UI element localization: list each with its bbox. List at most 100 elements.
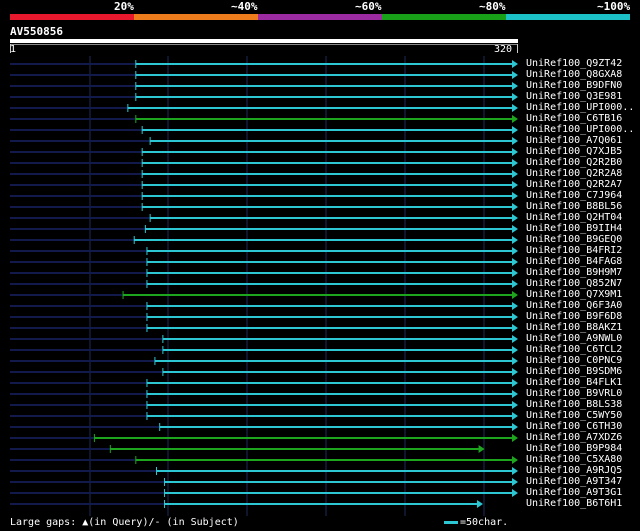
hit-arrow-icon [512, 159, 518, 167]
hit-label[interactable]: UniRef100_Q2R2A8 [526, 168, 622, 179]
hit-label[interactable]: UniRef100_B9VRL0 [526, 388, 622, 399]
hit-label[interactable]: UniRef100_B4FLK1 [526, 377, 622, 388]
hit-label[interactable]: UniRef100_B4FAG8 [526, 256, 622, 267]
hit-arrow-icon [512, 280, 518, 288]
hit-label[interactable]: UniRef100_A9T3G1 [526, 487, 622, 498]
ruler-end-label: 320 [494, 44, 513, 55]
hit-row[interactable] [10, 115, 518, 123]
scale-segment [506, 14, 630, 20]
hit-label[interactable]: UniRef100_B6T6H1 [526, 498, 622, 509]
legend-scale: =50char. [444, 517, 508, 528]
hit-label[interactable]: UniRef100_A9NWL0 [526, 333, 622, 344]
hit-label[interactable]: UniRef100_A9RJQ5 [526, 465, 622, 476]
hit-label[interactable]: UniRef100_Q2R2A7 [526, 179, 622, 190]
hit-label[interactable]: UniRef100_Q852N7 [526, 278, 622, 289]
hit-row[interactable] [10, 434, 518, 442]
hit-label[interactable]: UniRef100_C6TH30 [526, 421, 622, 432]
hit-arrow-icon [512, 247, 518, 255]
hit-row[interactable] [10, 291, 518, 299]
hit-row[interactable] [10, 137, 518, 145]
hit-label[interactable]: UniRef100_B9SDM6 [526, 366, 622, 377]
hit-row[interactable] [10, 456, 518, 464]
hit-label[interactable]: UniRef100_Q6F3A0 [526, 300, 622, 311]
hit-arrow-icon [512, 203, 518, 211]
hit-label[interactable]: UniRef100_Q3E981 [526, 91, 622, 102]
hit-label[interactable]: UniRef100_Q7X9M1 [526, 289, 622, 300]
hit-label[interactable]: UniRef100_B9GEQ0 [526, 234, 622, 245]
scale-label: 20% [114, 0, 134, 13]
hit-label[interactable]: UniRef100_B8LS38 [526, 399, 622, 410]
hit-row[interactable] [10, 357, 518, 365]
hit-label[interactable]: UniRef100_B8AKZ1 [526, 322, 622, 333]
hit-row[interactable] [10, 159, 518, 167]
hit-label[interactable]: UniRef100_C6TCL2 [526, 344, 622, 355]
hit-row[interactable] [10, 500, 483, 508]
scale-label: ~80% [479, 0, 506, 13]
hit-row[interactable] [10, 368, 518, 376]
hit-label[interactable]: UniRef100_B9P984 [526, 443, 622, 454]
scale-label: ~40% [231, 0, 258, 13]
hit-row[interactable] [10, 126, 518, 134]
hit-label[interactable]: UniRef100_C0PNC9 [526, 355, 622, 366]
hit-label[interactable]: UniRef100_A7Q061 [526, 135, 622, 146]
hit-label[interactable]: UniRef100_C5WY50 [526, 410, 622, 421]
hit-row[interactable] [10, 93, 518, 101]
hit-label[interactable]: UniRef100_Q8GXA8 [526, 69, 622, 80]
hit-row[interactable] [10, 71, 518, 79]
hit-row[interactable] [10, 401, 518, 409]
hit-label[interactable]: UniRef100_C7J964 [526, 190, 622, 201]
hit-row[interactable] [10, 346, 518, 354]
hit-row[interactable] [10, 181, 518, 189]
hit-arrow-icon [512, 192, 518, 200]
hit-row[interactable] [10, 412, 518, 420]
hit-label[interactable]: UniRef100_C5XA80 [526, 454, 622, 465]
hit-label[interactable]: UniRef100_B4FRI2 [526, 245, 622, 256]
hit-label[interactable]: UniRef100_B9H9M7 [526, 267, 622, 278]
hit-row[interactable] [10, 390, 518, 398]
hit-row[interactable] [10, 82, 518, 90]
hit-row[interactable] [10, 489, 518, 497]
hit-arrow-icon [512, 225, 518, 233]
hit-label[interactable]: UniRef100_B8BL56 [526, 201, 622, 212]
hit-row[interactable] [10, 379, 518, 387]
hit-row[interactable] [10, 60, 518, 68]
hit-row[interactable] [10, 423, 518, 431]
hit-row[interactable] [10, 247, 518, 255]
hit-row[interactable] [10, 313, 518, 321]
hit-row[interactable] [10, 269, 518, 277]
hit-label[interactable]: UniRef100_B9DFN0 [526, 80, 622, 91]
hit-row[interactable] [10, 192, 518, 200]
hit-row[interactable] [10, 280, 518, 288]
hit-arrow-icon [512, 467, 518, 475]
hit-label[interactable]: UniRef100_A9T347 [526, 476, 622, 487]
hit-label[interactable]: UniRef100_C6TB16 [526, 113, 622, 124]
hit-row[interactable] [10, 324, 518, 332]
hit-row[interactable] [10, 225, 518, 233]
hit-label[interactable]: UniRef100_B9IIH4 [526, 223, 622, 234]
hit-arrow-icon [512, 456, 518, 464]
hit-row[interactable] [10, 214, 518, 222]
hit-row[interactable] [10, 302, 518, 310]
hit-arrow-icon [512, 412, 518, 420]
hit-arrow-icon [512, 390, 518, 398]
hit-row[interactable] [10, 148, 518, 156]
hit-label[interactable]: UniRef100_UPI000.. [526, 102, 634, 113]
hit-row[interactable] [10, 236, 518, 244]
hit-label[interactable]: UniRef100_Q7XJB5 [526, 146, 622, 157]
hit-label[interactable]: UniRef100_Q2R2B0 [526, 157, 622, 168]
hit-row[interactable] [10, 104, 518, 112]
hit-arrow-icon [512, 489, 518, 497]
hit-row[interactable] [10, 335, 518, 343]
hit-arrow-icon [512, 137, 518, 145]
hit-label[interactable]: UniRef100_B9F6D8 [526, 311, 622, 322]
hit-label[interactable]: UniRef100_UPI000.. [526, 124, 634, 135]
hit-row[interactable] [10, 467, 518, 475]
hit-label[interactable]: UniRef100_A7XDZ6 [526, 432, 622, 443]
hit-row[interactable] [10, 258, 518, 266]
hit-arrow-icon [512, 291, 518, 299]
hit-row[interactable] [10, 478, 518, 486]
hit-label[interactable]: UniRef100_Q9ZT42 [526, 58, 622, 69]
hit-row[interactable] [10, 170, 518, 178]
hit-row[interactable] [10, 203, 518, 211]
hit-label[interactable]: UniRef100_Q2HT04 [526, 212, 622, 223]
